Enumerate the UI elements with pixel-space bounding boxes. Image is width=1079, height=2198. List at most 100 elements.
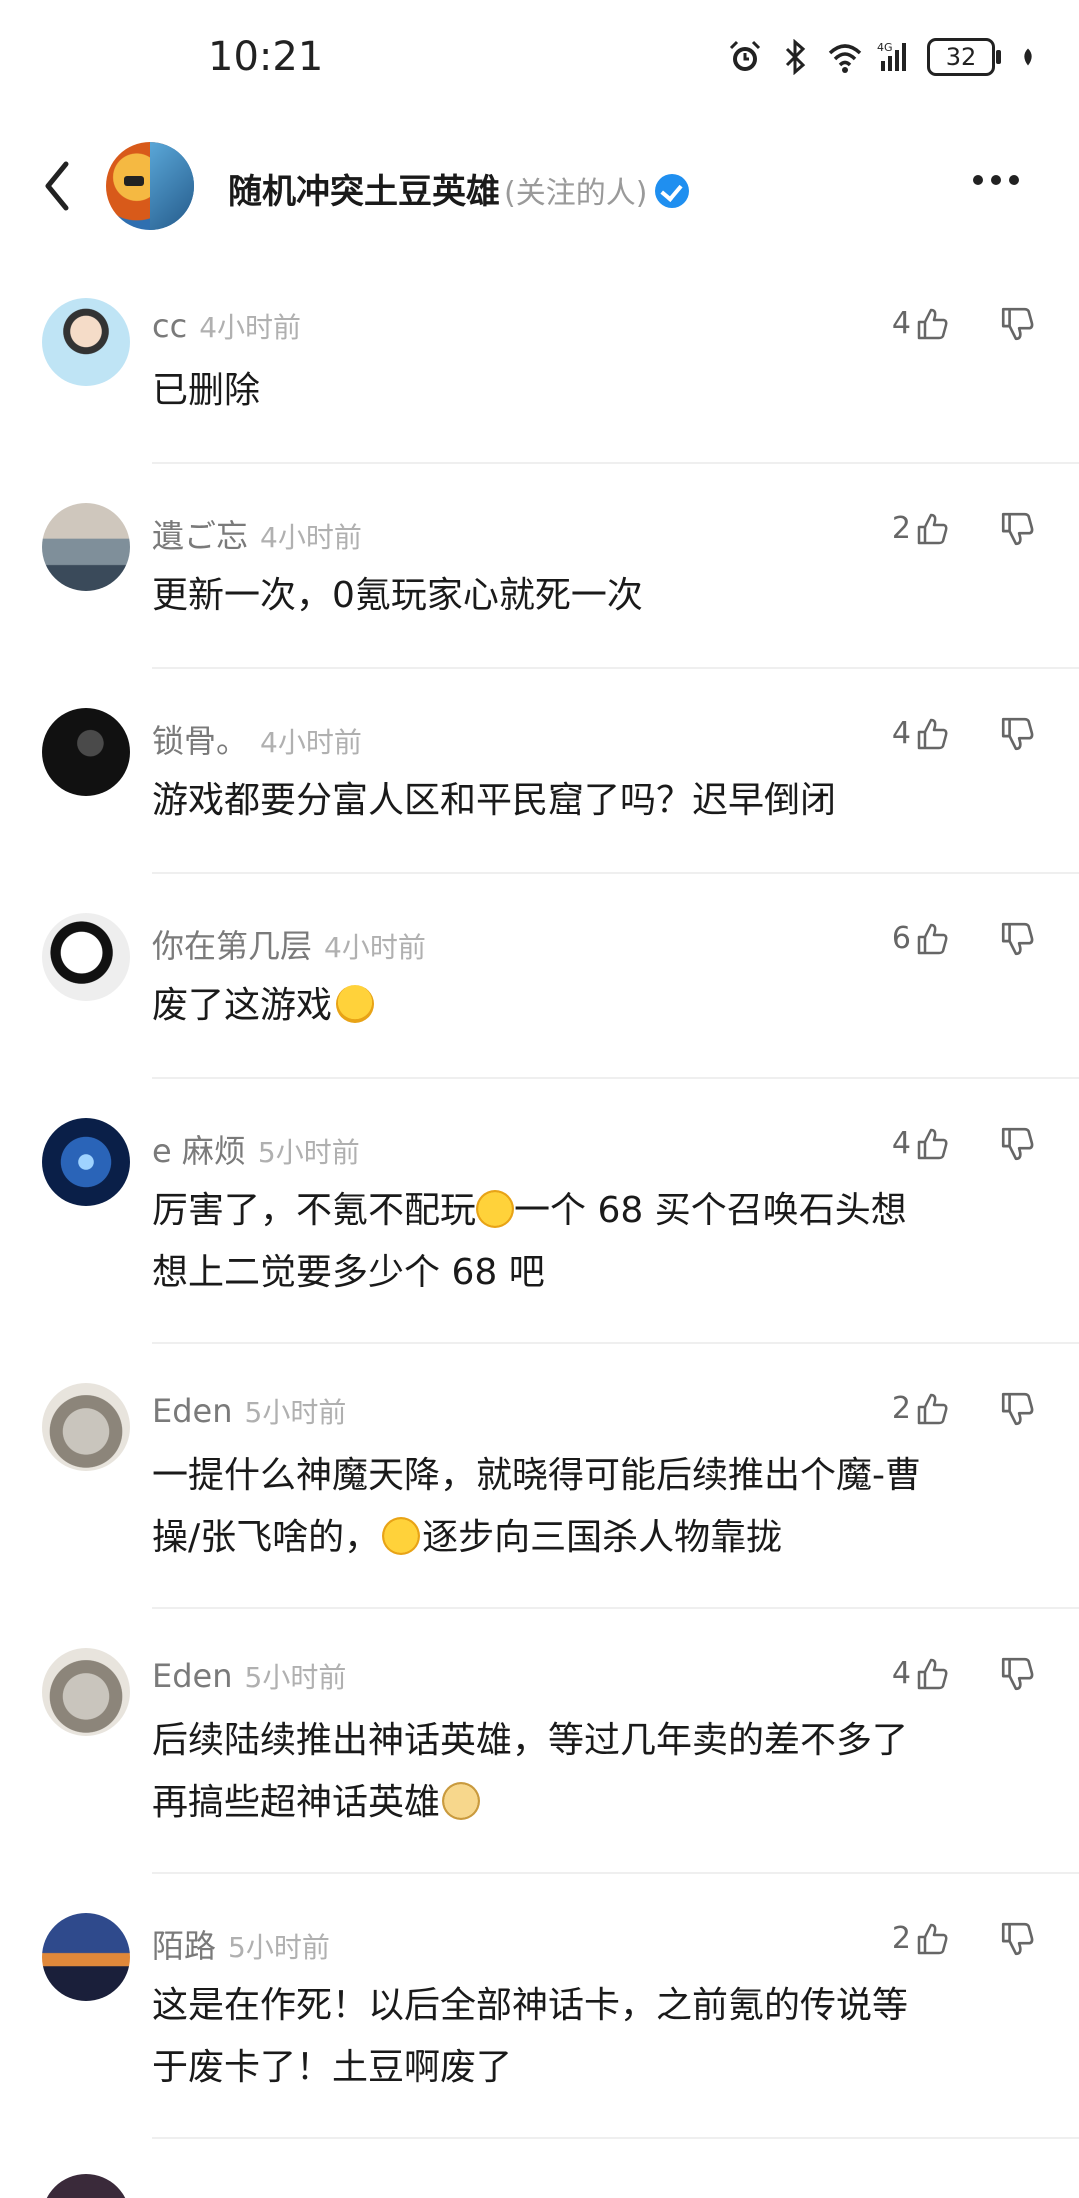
thumbs-up-icon bbox=[917, 1128, 948, 1159]
signal-icon: 4G bbox=[877, 41, 906, 71]
thumbs-down-icon[interactable] bbox=[999, 1391, 1035, 1427]
comment-item: Eden 5小时前 后续陆续推出神话英雄，等过几年卖的差不多了 再搞些超神话英雄 4 bbox=[0, 1640, 1079, 1870]
avatar[interactable] bbox=[42, 708, 130, 796]
like-count: 2 bbox=[891, 1391, 911, 1426]
thumbs-down-icon[interactable] bbox=[999, 1921, 1035, 1957]
like-button[interactable]: 4 bbox=[892, 1656, 949, 1691]
svg-text:4G: 4G bbox=[877, 41, 893, 54]
divider bbox=[152, 1607, 1079, 1609]
thumbs-up-icon bbox=[917, 513, 948, 544]
comment-time: 4小时前 bbox=[260, 726, 362, 759]
comment-item: 你在第几层 4小时前 废了这游戏 6 bbox=[0, 905, 1079, 1081]
wifi-icon bbox=[828, 44, 862, 73]
like-button[interactable]: 2 bbox=[892, 511, 949, 546]
comment-time: 4小时前 bbox=[324, 931, 426, 964]
avatar[interactable] bbox=[42, 913, 130, 1001]
thumbs-down-icon[interactable] bbox=[999, 1126, 1035, 1162]
thumbs-up-icon bbox=[917, 1658, 948, 1689]
avatar[interactable] bbox=[42, 1118, 130, 1206]
divider bbox=[152, 872, 1079, 874]
more-icon[interactable] bbox=[973, 170, 1029, 190]
comment-author[interactable]: 锁骨。 4小时前 bbox=[152, 716, 362, 762]
like-button[interactable]: 4 bbox=[892, 1126, 949, 1161]
like-button[interactable]: 4 bbox=[892, 716, 949, 751]
leaf-icon bbox=[1024, 48, 1032, 66]
title-text: 随机冲突土豆英雄 bbox=[228, 172, 500, 212]
comment-text: 这是在作死！以后全部神话卡，之前氪的传说等 于废卡了！土豆啊废了 bbox=[152, 1985, 909, 2088]
like-count: 4 bbox=[891, 716, 911, 751]
like-button[interactable]: 2 bbox=[892, 1921, 949, 1956]
comment-text: 废了这游戏 bbox=[152, 975, 1012, 1037]
status-icons: 4G 32 bbox=[727, 38, 1039, 76]
comment-author[interactable]: 陌路 5小时前 bbox=[152, 1921, 330, 1967]
comment-item: 锁骨。 4小时前 游戏都要分富人区和平民窟了吗？迟早倒闭 4 bbox=[0, 700, 1079, 876]
verified-icon bbox=[655, 174, 690, 208]
comment-time: 4小时前 bbox=[199, 311, 302, 344]
avatar[interactable] bbox=[42, 1913, 130, 2001]
avatar[interactable] bbox=[42, 2174, 130, 2198]
status-time: 10:21 bbox=[208, 34, 324, 80]
thumbs-up-icon bbox=[917, 1923, 948, 1954]
back-icon[interactable] bbox=[40, 158, 76, 214]
comment-item: 陌路 5小时前 这是在作死！以后全部神话卡，之前氪的传说等 于废卡了！土豆啊废了 2 bbox=[0, 1905, 1079, 2135]
doge-emoji-icon bbox=[442, 1782, 481, 1820]
comment-item: Eden 5小时前 一提什么神魔天降，就晓得可能后续推出个魔-曹 操/张飞啥的， 逐步… bbox=[0, 1375, 1079, 1605]
comment-item: e 麻烦 5小时前 厉害了，不氪不配玩 一个 68 买个召唤石头想 想上二觉要多少个 … bbox=[0, 1110, 1079, 1340]
battery-indicator: 32 bbox=[927, 38, 1001, 76]
comment-text: 一提什么神魔天降，就晓得可能后续推出个魔-曹 操/张飞啥的， 逐步向三国杀人物靠拢 bbox=[152, 1455, 921, 1558]
like-count: 2 bbox=[891, 511, 911, 546]
666-emoji-icon bbox=[476, 1190, 515, 1228]
comment-author[interactable]: Eden 5小时前 bbox=[152, 1391, 346, 1431]
like-count: 6 bbox=[891, 921, 911, 956]
like-count: 4 bbox=[891, 1656, 911, 1691]
page-title[interactable]: 随机冲突土豆英雄 (关注的人) bbox=[228, 164, 690, 213]
like-count: 4 bbox=[891, 1126, 911, 1161]
avatar[interactable] bbox=[42, 1383, 130, 1471]
comment-author[interactable]: Eden 5小时前 bbox=[152, 1656, 346, 1696]
like-button[interactable]: 4 bbox=[892, 306, 949, 341]
thumbs-up-icon bbox=[917, 308, 948, 339]
comment-author[interactable]: 你在第几层 4小时前 bbox=[152, 921, 426, 967]
header: 随机冲突土豆英雄 (关注的人) bbox=[0, 130, 1079, 240]
divider bbox=[152, 1872, 1079, 1874]
thumbs-down-icon[interactable] bbox=[999, 306, 1035, 342]
like-count: 4 bbox=[891, 306, 911, 341]
thumbs-up-icon bbox=[917, 923, 948, 954]
comment-text: 后续陆续推出神话英雄，等过几年卖的差不多了 再搞些超神话英雄 bbox=[152, 1720, 909, 1823]
comment-item: 遺ご忘 4小时前 更新一次，0氪玩家心就死一次 2 bbox=[0, 495, 1079, 671]
thumbs-up-icon bbox=[917, 718, 948, 749]
topic-avatar[interactable] bbox=[106, 142, 194, 230]
alarm-icon bbox=[729, 40, 761, 71]
comment-time: 5小时前 bbox=[257, 1136, 360, 1169]
comment-time: 5小时前 bbox=[244, 1396, 347, 1429]
status-bar: 10:21 4G 32 bbox=[0, 0, 1079, 120]
divider bbox=[152, 1342, 1079, 1344]
comment-text: 已删除 bbox=[152, 370, 261, 411]
comment-text: 游戏都要分富人区和平民窟了吗？迟早倒闭 bbox=[152, 780, 837, 821]
title-subtitle: (关注的人) bbox=[504, 176, 648, 211]
like-count: 2 bbox=[891, 1921, 911, 1956]
thumbs-down-icon[interactable] bbox=[999, 716, 1035, 752]
crying-emoji-icon bbox=[336, 985, 375, 1023]
comment-author[interactable]: 遺ご忘 4小时前 bbox=[152, 511, 362, 557]
comment-item-partial bbox=[0, 2170, 1079, 2198]
comment-author[interactable]: cc 4小时前 bbox=[152, 306, 301, 346]
grin-emoji-icon bbox=[382, 1517, 421, 1555]
divider bbox=[152, 462, 1079, 464]
avatar[interactable] bbox=[42, 503, 130, 591]
like-button[interactable]: 2 bbox=[892, 1391, 949, 1426]
thumbs-down-icon[interactable] bbox=[999, 511, 1035, 547]
comment-time: 5小时前 bbox=[228, 1931, 330, 1964]
like-button[interactable]: 6 bbox=[892, 921, 949, 956]
bluetooth-icon bbox=[785, 39, 806, 75]
avatar[interactable] bbox=[42, 298, 130, 386]
thumbs-down-icon[interactable] bbox=[999, 1656, 1035, 1692]
divider bbox=[152, 667, 1079, 669]
thumbs-down-icon[interactable] bbox=[999, 921, 1035, 957]
comment-time: 4小时前 bbox=[260, 521, 362, 554]
divider bbox=[152, 2137, 1079, 2139]
comment-author[interactable]: e 麻烦 5小时前 bbox=[152, 1126, 360, 1172]
comment-text: 厉害了，不氪不配玩 一个 68 买个召唤石头想 想上二觉要多少个 68 吧 bbox=[152, 1190, 907, 1293]
avatar[interactable] bbox=[42, 1648, 130, 1736]
comment-text: 更新一次，0氪玩家心就死一次 bbox=[152, 575, 643, 616]
